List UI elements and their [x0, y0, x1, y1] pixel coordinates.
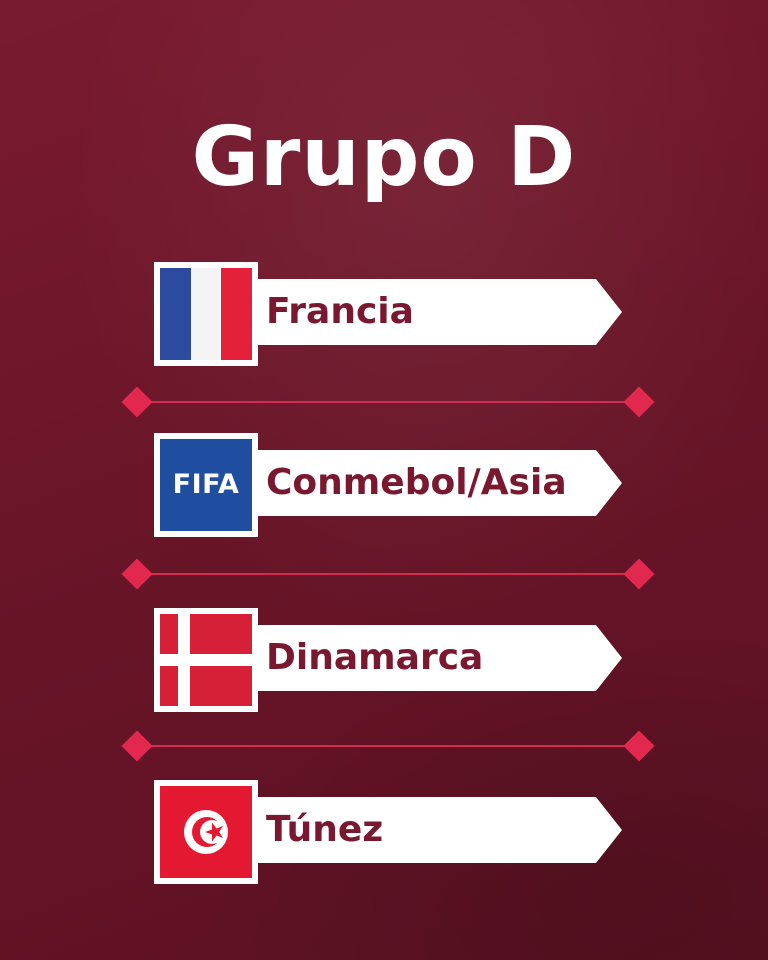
divider [121, 386, 655, 418]
france-flag-icon [160, 268, 252, 360]
diamond-icon [121, 386, 153, 418]
tunisia-flag-icon [160, 786, 252, 878]
team-name: Conmebol/Asia [266, 462, 567, 503]
diamond-icon [623, 386, 655, 418]
flag-frame [154, 262, 258, 366]
fifa-badge-text: FIFA [172, 469, 240, 500]
flag-frame [154, 780, 258, 884]
divider [121, 730, 655, 762]
flag-frame [154, 608, 258, 712]
diamond-icon [623, 730, 655, 762]
team-name: Francia [266, 291, 414, 332]
tunisia-emblem-icon [184, 810, 228, 854]
divider-line [137, 745, 639, 747]
fifa-logo-icon: FIFA [160, 439, 252, 531]
team-row-dinamarca: Dinamarca [154, 608, 624, 712]
team-name: Túnez [266, 809, 384, 850]
team-name: Dinamarca [266, 637, 484, 678]
diamond-icon [623, 558, 655, 590]
diamond-icon [121, 558, 153, 590]
divider-line [137, 573, 639, 575]
team-row-tunez: Túnez [154, 780, 624, 884]
denmark-flag-icon [160, 614, 252, 706]
team-row-francia: Francia [154, 262, 624, 366]
team-row-conmebol-asia: Conmebol/Asia FIFA [154, 433, 624, 537]
divider-line [137, 401, 639, 403]
divider [121, 558, 655, 590]
group-title: Grupo D [191, 110, 577, 205]
diamond-icon [121, 730, 153, 762]
flag-frame: FIFA [154, 433, 258, 537]
